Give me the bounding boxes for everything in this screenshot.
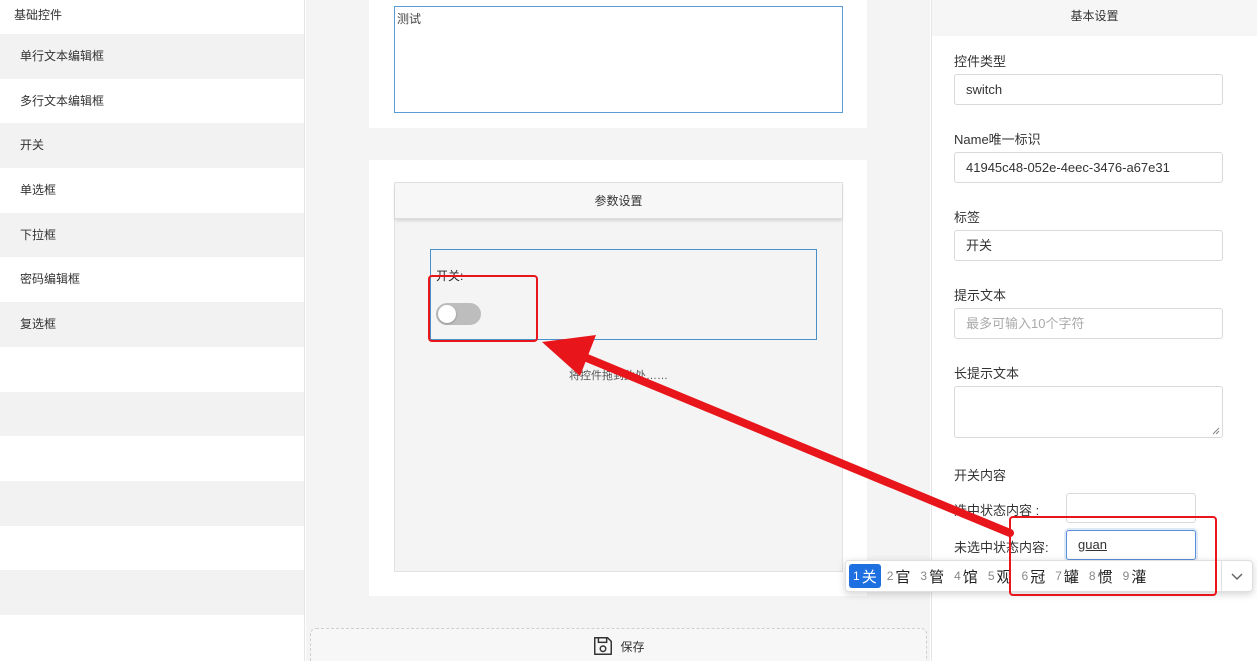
sidebar-empty-row bbox=[0, 391, 304, 437]
sidebar-item-switch[interactable]: 开关 bbox=[0, 123, 304, 169]
sidebar-empty-row bbox=[0, 615, 304, 660]
sidebar-empty-row bbox=[0, 436, 304, 481]
sidebar-title: 基础控件 bbox=[14, 8, 63, 22]
chevron-down-icon[interactable] bbox=[1230, 569, 1244, 583]
form-canvas: 测试 参数设置 开关: 将控件拖到此处…… 保存 bbox=[306, 0, 930, 661]
long-hint-textarea[interactable] bbox=[954, 386, 1223, 438]
save-button[interactable]: 保存 bbox=[310, 628, 927, 661]
controls-sidebar: 基础控件 单行文本编辑框 多行文本编辑框 开关 单选框 下拉框 密码编辑框 复选… bbox=[0, 0, 305, 661]
resize-grip-icon[interactable] bbox=[1212, 427, 1220, 435]
ime-candidate[interactable]: 1关 bbox=[849, 564, 881, 588]
drop-hint: 将控件拖到此处…… bbox=[569, 370, 668, 382]
sidebar-item-dropdown[interactable]: 下拉框 bbox=[0, 212, 304, 258]
control-type-input[interactable]: switch bbox=[954, 74, 1223, 105]
tag-label: 标签 bbox=[954, 210, 981, 225]
sidebar-item-checkbox[interactable]: 复选框 bbox=[0, 302, 304, 347]
params-card: 参数设置 开关: 将控件拖到此处…… bbox=[369, 160, 867, 596]
ime-candidate[interactable]: 2官 bbox=[883, 564, 915, 588]
hint-input[interactable]: 最多可输入10个字符 bbox=[954, 308, 1223, 339]
ime-candidate[interactable]: 4馆 bbox=[950, 564, 982, 588]
floppy-disk-icon bbox=[594, 637, 613, 655]
properties-title: 基本设置 bbox=[932, 0, 1257, 36]
param-panel-title: 参数设置 bbox=[395, 183, 842, 219]
long-hint-label: 长提示文本 bbox=[954, 366, 1020, 381]
sidebar-empty-row bbox=[0, 480, 304, 526]
annotation-box-switch bbox=[428, 275, 538, 342]
sidebar-item-single-line-text[interactable]: 单行文本编辑框 bbox=[0, 34, 304, 79]
name-label: Name唯一标识 bbox=[954, 132, 1041, 147]
sidebar-empty-row bbox=[0, 526, 304, 571]
save-label: 保存 bbox=[620, 639, 645, 654]
sidebar-item-password[interactable]: 密码编辑框 bbox=[0, 257, 304, 302]
sidebar-item-radio[interactable]: 单选框 bbox=[0, 168, 304, 213]
param-panel: 参数设置 开关: 将控件拖到此处…… bbox=[394, 182, 843, 572]
name-input[interactable]: 41945c48-052e-4eec-3476-a67e31 bbox=[954, 152, 1223, 183]
textarea-card: 测试 bbox=[369, 0, 867, 128]
sidebar-item-multi-line-text[interactable]: 多行文本编辑框 bbox=[0, 79, 304, 124]
annotation-box-ime bbox=[1009, 516, 1217, 596]
switch-content-label: 开关内容 bbox=[954, 468, 1007, 483]
sidebar-empty-row bbox=[0, 570, 304, 615]
test-textarea[interactable]: 测试 bbox=[394, 6, 843, 113]
hint-label: 提示文本 bbox=[954, 288, 1007, 303]
control-type-label: 控件类型 bbox=[954, 54, 1007, 69]
tag-input[interactable]: 开关 bbox=[954, 230, 1223, 261]
ime-candidate[interactable]: 3管 bbox=[916, 564, 948, 588]
sidebar-empty-row bbox=[0, 347, 304, 392]
ime-divider bbox=[1221, 561, 1222, 593]
